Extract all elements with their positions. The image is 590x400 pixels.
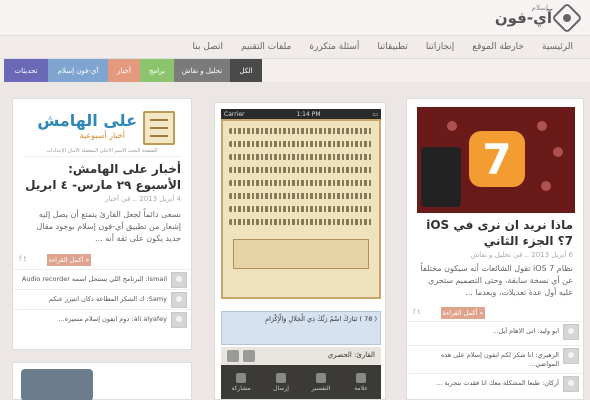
category-news[interactable]: أخبار (108, 59, 140, 82)
post-card-hamish: على الهامش أخبار أسبوعية الصفحة البحث ال… (12, 98, 192, 350)
next-post-card[interactable] (12, 362, 192, 400)
audio-player: القارئ: الحصري (221, 347, 381, 365)
nav-sitemap[interactable]: خارطة الموقع (463, 42, 533, 52)
notebook-icon (143, 111, 175, 145)
avatar (171, 272, 187, 288)
comment-row: ابو وليد: اتی الاهام أيل... (407, 321, 583, 341)
carrier-text: Carrier (224, 110, 245, 118)
comment-text: ali alyafey: دوم ايفون إسلام متميزة... (58, 315, 167, 323)
avatar (171, 292, 187, 308)
post-thumbnail[interactable]: على الهامش أخبار أسبوعية الصفحة البحث ال… (23, 107, 181, 157)
nav-achievements[interactable]: إنجازاتنا (417, 42, 463, 52)
nav-home[interactable]: الرئيسية (533, 42, 582, 52)
post-title[interactable]: ماذا نريد ان نرى في iOS 7؟ الجزء الثاني (413, 217, 573, 249)
main-navigation: الرئيسية خارطة الموقع إنجازاتنا تطبيقاتن… (0, 35, 590, 59)
reader-label[interactable]: القارئ: الحصري (328, 351, 375, 359)
category-analysis[interactable]: تحليل و نقاش (174, 59, 230, 82)
post-excerpt: نظام iOS 7 تقول الشائعات أنه سيكون مختلف… (420, 264, 573, 297)
post-meta: 6 أبريل 2013 .. في تحليل و نقاش (470, 251, 573, 259)
book-icon (316, 372, 326, 383)
banner-nav: الصفحة البحث الاسم الأعلى المفضلة الأمان… (46, 148, 158, 154)
phone-tab-bar: مشاركة إرسال التفسير علامة (221, 365, 381, 399)
avatar (563, 324, 579, 340)
tab-send[interactable]: إرسال (261, 365, 301, 399)
category-bar: الكل تحليل و نقاش برامج أخبار آي-فون إسل… (0, 59, 590, 82)
quran-page-image[interactable] (221, 119, 381, 299)
site-header: إسلام آي-فون (0, 0, 590, 35)
battery-icon: ▭ (372, 110, 378, 118)
comment-row: أرکان: طبعا المشكلة معك انا فقدت بتجربة … (407, 373, 583, 393)
banner-title: على الهامش (37, 111, 137, 130)
post-card-quran-app: Carrier 1:14 PM ▭ ( 78 ) تَبَارَكَ اسْمُ… (214, 102, 386, 400)
comment-text: أرکان: طبعا المشكلة معك انا فقدت بتجربة … (436, 379, 559, 387)
post-card-ios7: 7 ماذا نريد ان نرى في iOS 7؟ الجزء الثان… (406, 98, 584, 400)
play-icon[interactable] (227, 350, 239, 362)
avatar (563, 376, 579, 392)
social-icons[interactable]: f t (413, 308, 420, 316)
comment-row: الزهيري: انا شكر لكم ايفون إسلام على هذه… (407, 345, 583, 369)
tab-tafsir[interactable]: التفسير (301, 365, 341, 399)
nav-apps[interactable]: تطبيقاتنا (368, 42, 417, 52)
ios7-badge: 7 (469, 131, 525, 187)
post-meta: 4 أبريل 2013 .. في أخبار (105, 195, 181, 203)
bookmark-icon (356, 372, 366, 383)
send-icon (276, 372, 286, 383)
post-title[interactable]: أخبار على الهامش: الأسبوع ٢٩ مارس- ٤ ابر… (21, 161, 181, 193)
comment-row: ali alyafey: دوم ايفون إسلام متميزة... (13, 309, 191, 329)
avatar (171, 312, 187, 328)
post-thumbnail (21, 369, 93, 400)
share-icon (236, 372, 246, 383)
post-thumbnail[interactable]: 7 (417, 107, 575, 213)
category-all[interactable]: الكل (230, 59, 262, 82)
comment-text: Ismail: البرنامج اللي يستحل اسمه Audio r… (21, 275, 167, 283)
read-more-button[interactable]: أكمل القراءة » (47, 254, 91, 266)
surah-frame (233, 239, 369, 269)
time-text: 1:14 PM (296, 110, 321, 118)
stop-icon[interactable] (243, 350, 255, 362)
comment-text: ابو وليد: اتی الاهام أيل... (492, 327, 559, 335)
post-excerpt: نسعى دائماً لجعل القارئ يتمتع أن يصل إلي… (36, 210, 181, 243)
logo-icon (551, 2, 583, 34)
comment-text: Samy: ك الشكر المطاعة دكان انتبرز عنكم (49, 295, 167, 303)
comment-text: الزهيري: انا شكر لكم ايفون إسلام على هذه… (440, 351, 559, 368)
phone-status-bar: Carrier 1:14 PM ▭ (221, 109, 381, 119)
comment-row: Samy: ك الشكر المطاعة دكان انتبرز عنكم (13, 289, 191, 309)
category-updates[interactable]: تحديثات (4, 59, 48, 82)
nav-contact[interactable]: اتصل بنا (184, 42, 232, 52)
tab-share[interactable]: مشاركة (221, 365, 261, 399)
category-iphone-islam[interactable]: آي-فون إسلام (48, 59, 108, 82)
avatar (563, 348, 579, 364)
category-apps[interactable]: برامج (140, 59, 174, 82)
nav-files[interactable]: ملفات التقنيم (232, 42, 300, 52)
logo-small-text: إسلام (531, 4, 548, 12)
site-logo[interactable]: إسلام آي-فون (488, 2, 583, 34)
iphone-image (421, 147, 461, 207)
verse-popup: ( 78 ) تَبَارَكَ اسْمُ رَبِّكَ ذِي الْجَ… (221, 311, 381, 345)
tab-bookmark[interactable]: علامة (341, 365, 381, 399)
banner-subtitle: أخبار أسبوعية (79, 131, 125, 140)
comment-row: Ismail: البرنامج اللي يستحل اسمه Audio r… (13, 269, 191, 289)
nav-faq[interactable]: أسئلة متكررة (300, 42, 368, 52)
read-more-button[interactable]: أكمل القراءة » (441, 307, 485, 319)
social-icons[interactable]: f t (19, 255, 26, 263)
